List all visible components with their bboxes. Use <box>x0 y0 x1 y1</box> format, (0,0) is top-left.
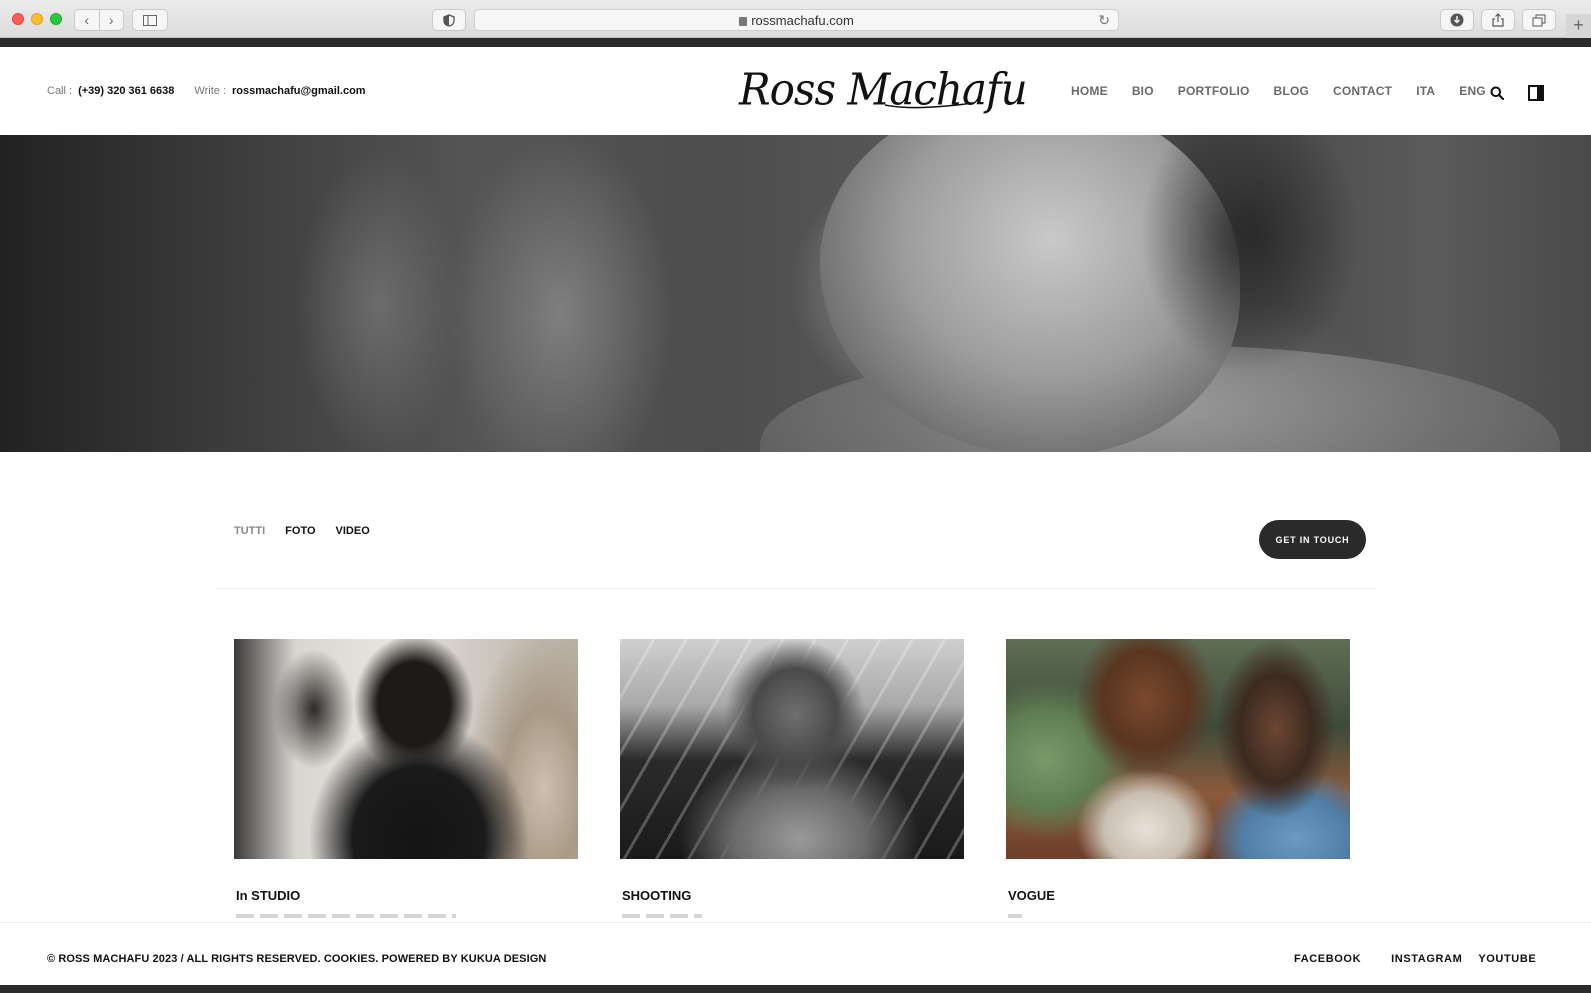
site-footer: © ROSS MACHAFU 2023 / ALL RIGHTS RESERVE… <box>0 922 1591 985</box>
reload-icon[interactable]: ↻ <box>1098 12 1110 29</box>
top-dark-bar <box>0 38 1591 47</box>
url-text: rossmachafu.com <box>751 13 854 28</box>
portfolio-title[interactable]: SHOOTING <box>622 888 691 903</box>
nav-lang-eng[interactable]: ENG <box>1459 84 1486 98</box>
maximize-window-button[interactable] <box>50 13 62 25</box>
bottom-dark-bar <box>0 985 1591 993</box>
portfolio-card[interactable]: In STUDIO <box>234 639 578 918</box>
copyright-text: © ROSS MACHAFU 2023 / ALL RIGHTS RESERVE… <box>47 953 547 965</box>
call-label: Call : <box>47 85 73 97</box>
new-tab-button[interactable]: + <box>1566 14 1591 38</box>
sidebar-icon <box>143 14 157 26</box>
site-logo[interactable]: Ross Machafu <box>735 61 1028 121</box>
tab-overview-button[interactable] <box>1522 9 1556 31</box>
nav-blog[interactable]: BLOG <box>1274 84 1309 98</box>
instagram-link[interactable]: INSTAGRAM <box>1391 953 1462 965</box>
history-nav: ‹ › <box>74 9 124 31</box>
filter-foto[interactable]: FOTO <box>285 525 315 537</box>
nav-lang-ita[interactable]: ITA <box>1416 84 1435 98</box>
close-window-button[interactable] <box>12 13 24 25</box>
logo-text: Ross Machafu <box>739 63 1028 116</box>
nav-portfolio[interactable]: PORTFOLIO <box>1178 84 1250 98</box>
portfolio-card[interactable]: VOGUE <box>1006 639 1350 918</box>
site-header: Call : (+39) 320 361 6638 Write : rossma… <box>0 47 1591 135</box>
portfolio-subtitle-cutoff <box>1008 914 1022 918</box>
side-panel-icon[interactable] <box>1528 85 1544 101</box>
portfolio-subtitle-cutoff <box>622 914 702 918</box>
forward-icon[interactable]: › <box>100 10 124 30</box>
shield-icon <box>443 13 455 27</box>
window-controls <box>12 13 62 25</box>
portfolio-image[interactable] <box>620 639 964 859</box>
search-icon[interactable] <box>1490 86 1504 100</box>
portfolio-filters: TUTTI FOTO VIDEO <box>234 525 390 537</box>
header-contact: Call : (+39) 320 361 6638 Write : rossma… <box>47 85 386 97</box>
sidebar-toggle-button[interactable] <box>132 9 168 31</box>
nav-bio[interactable]: BIO <box>1132 84 1154 98</box>
write-label: Write : <box>194 85 226 97</box>
filter-video[interactable]: VIDEO <box>336 525 370 537</box>
section-divider <box>215 588 1376 589</box>
youtube-link[interactable]: YOUTUBE <box>1478 953 1536 965</box>
privacy-report-button[interactable] <box>432 9 466 31</box>
portfolio-subtitle-cutoff <box>236 914 456 918</box>
portfolio-title[interactable]: VOGUE <box>1008 888 1055 903</box>
address-bar[interactable]: rossmachafu.com ↻ <box>474 9 1119 31</box>
portfolio-image[interactable] <box>1006 639 1350 859</box>
download-icon <box>1450 13 1464 27</box>
back-icon[interactable]: ‹ <box>75 10 100 30</box>
share-icon <box>1492 13 1504 27</box>
portfolio-card[interactable]: SHOOTING <box>620 639 964 918</box>
get-in-touch-button[interactable]: GET IN TOUCH <box>1259 520 1366 559</box>
minimize-window-button[interactable] <box>31 13 43 25</box>
nav-contact[interactable]: CONTACT <box>1333 84 1392 98</box>
portfolio-image[interactable] <box>234 639 578 859</box>
filter-tutti[interactable]: TUTTI <box>234 525 265 537</box>
share-button[interactable] <box>1481 9 1515 31</box>
portfolio-title[interactable]: In STUDIO <box>236 888 300 903</box>
lock-icon <box>739 17 748 26</box>
email-link[interactable]: rossmachafu@gmail.com <box>232 85 366 97</box>
hero-image <box>0 135 1591 452</box>
facebook-link[interactable]: FACEBOOK <box>1294 953 1361 965</box>
nav-home[interactable]: HOME <box>1071 84 1108 98</box>
tabs-icon <box>1532 14 1546 26</box>
downloads-button[interactable] <box>1440 9 1474 31</box>
phone-link[interactable]: (+39) 320 361 6638 <box>78 85 174 97</box>
browser-toolbar: ‹ › rossmachafu.com ↻ + <box>0 0 1591 38</box>
social-links: FACEBOOK INSTAGRAM YOUTUBE <box>1294 953 1536 965</box>
main-nav: HOME BIO PORTFOLIO BLOG CONTACT ITA ENG <box>1071 84 1510 98</box>
